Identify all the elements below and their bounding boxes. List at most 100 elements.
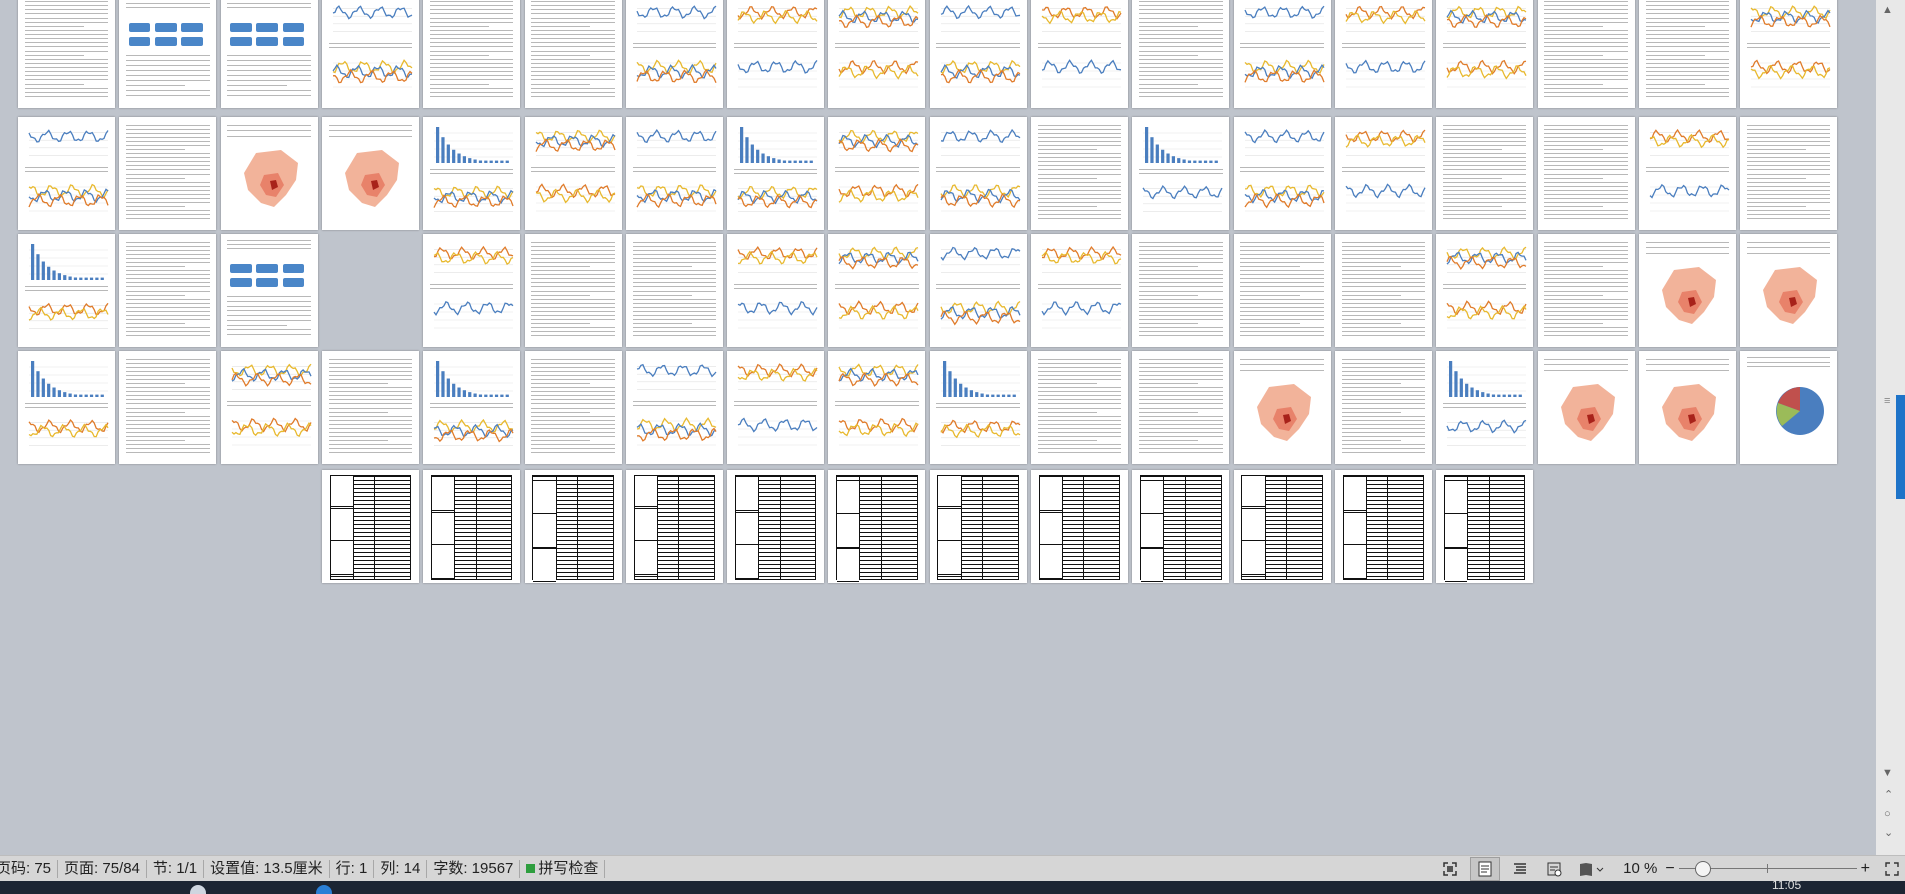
page-thumbnail[interactable] bbox=[321, 351, 419, 464]
page-thumbnail[interactable] bbox=[1436, 117, 1534, 230]
page-thumbnail[interactable] bbox=[321, 117, 419, 230]
scroll-down-arrow-icon[interactable]: ▼ bbox=[1882, 767, 1893, 779]
scroll-up-arrow-icon[interactable]: ▲ bbox=[1882, 4, 1893, 16]
zoom-slider[interactable] bbox=[1678, 858, 1857, 880]
page-thumbnail[interactable] bbox=[524, 234, 622, 347]
page-thumbnail[interactable] bbox=[1638, 0, 1736, 108]
select-browse-object-icon[interactable]: ○ bbox=[1884, 808, 1891, 820]
page-thumbnail[interactable] bbox=[423, 470, 521, 583]
page-thumbnail[interactable] bbox=[929, 0, 1027, 108]
page-thumbnail[interactable] bbox=[423, 234, 521, 347]
page-thumbnail[interactable] bbox=[1537, 234, 1635, 347]
page-thumbnail[interactable] bbox=[1638, 117, 1736, 230]
page-thumbnail[interactable] bbox=[220, 117, 318, 230]
page-thumbnail[interactable] bbox=[1132, 351, 1230, 464]
page-thumbnail[interactable] bbox=[929, 234, 1027, 347]
zoom-out-button[interactable]: − bbox=[1665, 860, 1674, 878]
page-thumbnail[interactable] bbox=[1233, 0, 1331, 108]
page-thumbnail[interactable] bbox=[1740, 234, 1838, 347]
page-thumbnail[interactable] bbox=[524, 351, 622, 464]
page-thumbnail[interactable] bbox=[18, 0, 115, 108]
page-view-icon[interactable] bbox=[1470, 856, 1501, 881]
page-thumbnail[interactable] bbox=[1031, 470, 1128, 583]
taskbar-app-button[interactable] bbox=[316, 885, 332, 894]
status-set-value[interactable]: 设置值: 13.5厘米 bbox=[204, 859, 330, 878]
page-thumbnail[interactable] bbox=[1233, 470, 1331, 583]
page-thumbnail[interactable] bbox=[828, 470, 926, 583]
spell-check-button[interactable]: 拼写检查 bbox=[520, 859, 606, 878]
page-thumbnail[interactable] bbox=[119, 117, 217, 230]
prev-page-icon[interactable]: ⌃ bbox=[1884, 788, 1893, 801]
document-thumbnail-canvas[interactable] bbox=[0, 0, 1876, 855]
zoom-in-button[interactable]: + bbox=[1861, 860, 1870, 878]
status-page-count[interactable]: 页面: 75/84 bbox=[58, 859, 147, 878]
status-column[interactable]: 列: 14 bbox=[374, 859, 428, 878]
taskbar-app-button[interactable] bbox=[190, 885, 206, 894]
page-thumbnail[interactable] bbox=[1233, 117, 1331, 230]
page-thumbnail[interactable] bbox=[625, 234, 723, 347]
page-thumbnail[interactable] bbox=[727, 234, 825, 347]
page-thumbnail[interactable] bbox=[727, 351, 825, 464]
page-thumbnail[interactable] bbox=[220, 0, 318, 108]
page-thumbnail[interactable] bbox=[119, 0, 217, 108]
page-thumbnail[interactable] bbox=[1334, 351, 1432, 464]
page-thumbnail[interactable] bbox=[220, 234, 318, 347]
status-word-count[interactable]: 字数: 19567 bbox=[427, 859, 521, 878]
page-thumbnail[interactable] bbox=[1537, 117, 1635, 230]
status-row[interactable]: 行: 1 bbox=[330, 859, 375, 878]
next-page-icon[interactable]: ⌄ bbox=[1884, 826, 1893, 839]
page-thumbnail[interactable] bbox=[1031, 351, 1128, 464]
fit-window-icon[interactable] bbox=[1883, 858, 1901, 880]
status-section[interactable]: 节: 1/1 bbox=[147, 859, 205, 878]
page-thumbnail[interactable] bbox=[1436, 351, 1534, 464]
page-thumbnail[interactable] bbox=[1436, 470, 1534, 583]
fullscreen-icon[interactable] bbox=[1436, 858, 1464, 880]
vertical-scrollbar[interactable]: ▲ ≡ ▼ ⌃ ○ ⌄ bbox=[1876, 0, 1905, 855]
page-thumbnail[interactable] bbox=[1334, 0, 1432, 108]
zoom-level[interactable]: 10 % bbox=[1623, 860, 1657, 877]
page-thumbnail[interactable] bbox=[1031, 0, 1128, 108]
page-thumbnail[interactable] bbox=[625, 117, 723, 230]
page-thumbnail[interactable] bbox=[1638, 234, 1736, 347]
page-thumbnail[interactable] bbox=[220, 351, 318, 464]
page-thumbnail[interactable] bbox=[423, 351, 521, 464]
page-thumbnail[interactable] bbox=[828, 234, 926, 347]
reading-mode-icon[interactable] bbox=[1574, 858, 1608, 880]
page-thumbnail[interactable] bbox=[119, 234, 217, 347]
page-thumbnail[interactable] bbox=[1233, 234, 1331, 347]
page-thumbnail[interactable] bbox=[727, 117, 825, 230]
page-thumbnail[interactable] bbox=[524, 0, 622, 108]
page-thumbnail[interactable] bbox=[1132, 117, 1230, 230]
page-thumbnail[interactable] bbox=[18, 234, 115, 347]
page-thumbnail[interactable] bbox=[1436, 0, 1534, 108]
page-thumbnail[interactable] bbox=[423, 0, 521, 108]
page-thumbnail[interactable] bbox=[929, 351, 1027, 464]
page-thumbnail[interactable] bbox=[828, 117, 926, 230]
page-thumbnail[interactable] bbox=[119, 351, 217, 464]
page-thumbnail[interactable] bbox=[727, 470, 825, 583]
page-thumbnail[interactable] bbox=[1132, 234, 1230, 347]
page-thumbnail[interactable] bbox=[1436, 234, 1534, 347]
page-thumbnail[interactable] bbox=[1132, 0, 1230, 108]
page-thumbnail[interactable] bbox=[1334, 470, 1432, 583]
page-thumbnail[interactable] bbox=[1031, 234, 1128, 347]
page-thumbnail[interactable] bbox=[1334, 234, 1432, 347]
page-thumbnail[interactable] bbox=[321, 0, 419, 108]
scrollbar-thumb[interactable] bbox=[1896, 395, 1905, 499]
zoom-slider-knob[interactable] bbox=[1694, 860, 1711, 877]
page-thumbnail[interactable] bbox=[1740, 351, 1838, 464]
page-thumbnail[interactable] bbox=[828, 351, 926, 464]
outline-view-icon[interactable] bbox=[1506, 858, 1534, 880]
page-thumbnail[interactable] bbox=[1334, 117, 1432, 230]
page-thumbnail[interactable] bbox=[321, 470, 419, 583]
page-thumbnail[interactable] bbox=[727, 0, 825, 108]
page-thumbnail[interactable] bbox=[1233, 351, 1331, 464]
page-thumbnail[interactable] bbox=[1537, 351, 1635, 464]
status-page-number[interactable]: 页码: 75 bbox=[0, 859, 59, 878]
page-thumbnail[interactable] bbox=[1740, 117, 1838, 230]
page-thumbnail[interactable] bbox=[1638, 351, 1736, 464]
split-handle-icon[interactable]: ≡ bbox=[1884, 395, 1890, 407]
page-thumbnail[interactable] bbox=[1537, 0, 1635, 108]
page-thumbnail[interactable] bbox=[929, 117, 1027, 230]
page-thumbnail[interactable] bbox=[828, 0, 926, 108]
